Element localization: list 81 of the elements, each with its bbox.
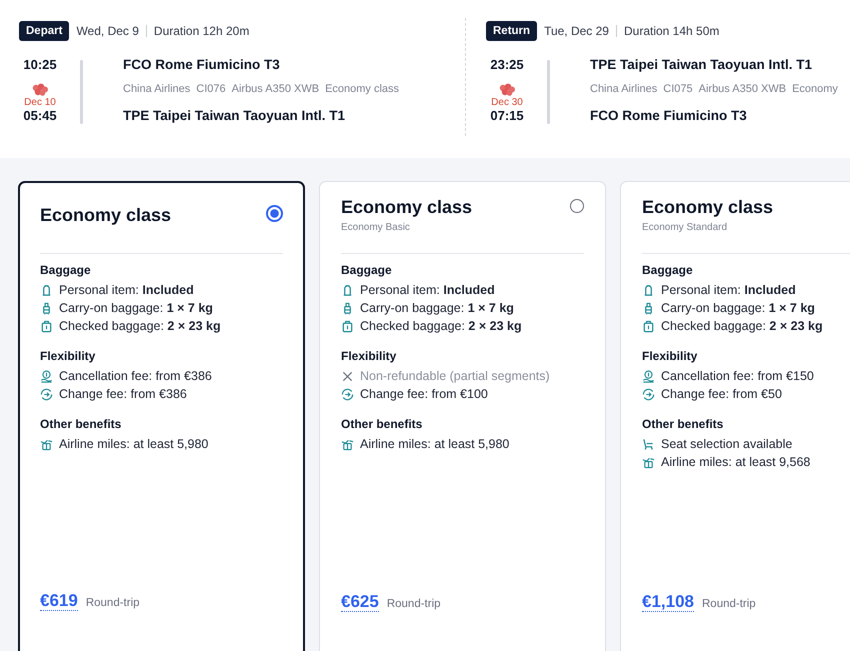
fare-price[interactable]: €625 — [341, 593, 379, 612]
section-heading: Other benefits — [40, 417, 122, 431]
section-heading: Flexibility — [642, 349, 698, 363]
fare-card[interactable] — [18, 181, 305, 651]
backpack-icon — [341, 284, 354, 296]
section-heading: Flexibility — [341, 349, 398, 363]
cross-icon — [341, 370, 354, 382]
benefit-text: Checked baggage: 2 × 23 kg — [661, 319, 823, 333]
fare-subtitle: Economy Standard — [642, 222, 728, 233]
leg-date: Tue, Dec 29 — [544, 24, 609, 38]
price-note: Round-trip — [86, 597, 140, 609]
benefit-text: Checked baggage: 2 × 23 kg — [59, 319, 221, 333]
benefit-text: Carry-on baggage: 1 × 7 kg — [59, 301, 213, 315]
flight-detail: CI075 — [663, 83, 693, 95]
price-note: Round-trip — [702, 598, 756, 610]
departure-airport: FCO Rome Fiumicino T3 — [123, 57, 281, 72]
section-heading: Other benefits — [341, 417, 424, 431]
benefit-text: Change fee: from €386 — [59, 387, 187, 401]
flight-detail: Economy class — [325, 83, 400, 95]
arrival-date: Dec 30 — [491, 97, 523, 108]
section-heading: Baggage — [642, 263, 694, 277]
arrival-time: 07:15 — [490, 108, 524, 123]
fare-title: Economy class — [642, 197, 774, 218]
luggage-icon — [642, 320, 655, 332]
arrival-airport: FCO Rome Fiumicino T3 — [590, 108, 748, 123]
benefit-text: Personal item: Included — [360, 283, 495, 297]
benefit-text: Cancellation fee: from €386 — [59, 369, 212, 383]
luggage-icon — [341, 320, 354, 332]
luggage-icon — [40, 320, 53, 332]
leg-duration: Duration 12h 20m — [154, 24, 250, 38]
money-hand-icon — [40, 370, 53, 382]
arrival-date: Dec 10 — [24, 97, 56, 108]
section-heading: Flexibility — [40, 349, 96, 363]
flight-detail: CI076 — [196, 83, 226, 95]
benefit-text: Change fee: from €100 — [360, 387, 488, 401]
section-heading: Other benefits — [642, 417, 724, 431]
leg-date: Wed, Dec 9 — [76, 24, 139, 38]
flight-detail: China Airlines — [590, 83, 658, 95]
radio-button[interactable] — [570, 199, 584, 213]
section-heading: Baggage — [40, 263, 92, 277]
fare-subtitle: Economy Basic — [341, 222, 411, 233]
suitcase-icon — [341, 302, 354, 314]
leg-duration: Duration 14h 50m — [624, 24, 720, 38]
benefit-text: Change fee: from €50 — [661, 387, 782, 401]
fare-title: Economy class — [341, 197, 472, 218]
backpack-icon — [40, 284, 53, 296]
fare-price[interactable]: €1,108 — [642, 593, 694, 612]
radio-button[interactable] — [266, 205, 283, 222]
flower-icon — [497, 83, 517, 97]
fare-price[interactable]: €619 — [40, 592, 78, 611]
flight-detail: Airbus A350 XWB — [698, 83, 786, 95]
benefit-text: Personal item: Included — [661, 283, 796, 297]
benefit-text: Airline miles: at least 5,980 — [360, 437, 510, 451]
departure-time: 23:25 — [490, 57, 524, 72]
flower-icon — [30, 83, 50, 97]
arrival-airport: TPE Taipei Taiwan Taoyuan Intl. T1 — [123, 108, 346, 123]
benefit-text: Cancellation fee: from €150 — [661, 369, 814, 383]
section-heading: Baggage — [341, 263, 393, 277]
suitcase-icon — [642, 302, 655, 314]
departure-airport: TPE Taipei Taiwan Taoyuan Intl. T1 — [590, 57, 814, 72]
benefit-text: Non-refundable (partial segments) — [360, 369, 550, 383]
benefit-text: Seat selection available — [661, 437, 792, 451]
suitcase-icon — [40, 302, 53, 314]
departure-time: 10:25 — [23, 57, 57, 72]
benefit-text: Personal item: Included — [59, 283, 194, 297]
seat-icon — [642, 438, 655, 450]
benefit-text: Checked baggage: 2 × 23 kg — [360, 319, 522, 333]
flight-detail: Economy — [792, 83, 838, 95]
arrival-time: 05:45 — [23, 108, 57, 123]
benefit-text: Airline miles: at least 5,980 — [59, 437, 208, 451]
money-hand-icon — [642, 370, 655, 382]
backpack-icon — [642, 284, 655, 296]
benefit-text: Airline miles: at least 9,568 — [661, 455, 810, 469]
fare-title: Economy class — [40, 205, 172, 226]
leg-badge: Depart — [19, 21, 70, 41]
flight-detail: China Airlines — [123, 83, 190, 95]
benefit-text: Carry-on baggage: 1 × 7 kg — [360, 301, 514, 315]
price-note: Round-trip — [386, 598, 441, 610]
benefit-text: Carry-on baggage: 1 × 7 kg — [661, 301, 815, 315]
leg-badge: Return — [486, 21, 538, 41]
flight-detail: Airbus A350 XWB — [232, 83, 320, 95]
